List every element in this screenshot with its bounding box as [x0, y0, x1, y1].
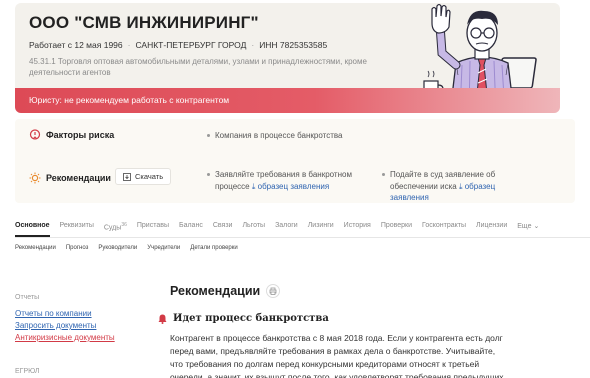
- page-title: Рекомендации: [170, 284, 281, 298]
- tab-bailiffs[interactable]: Приставы: [137, 222, 169, 237]
- tab-courts[interactable]: Суды36: [104, 222, 127, 237]
- download-small-icon: ⤓: [458, 181, 463, 191]
- company-meta: Работает с 12 мая 1996 · САНКТ-ПЕТЕРБУРГ Г…: [29, 40, 327, 50]
- sidebar-reports-heading: Отчеты: [15, 294, 40, 301]
- tab-courts-label: Суды: [103, 224, 122, 232]
- dot-separator: ·: [251, 40, 255, 50]
- recommendation-item: Подайте в суд заявление об обеспечении и…: [382, 169, 530, 204]
- sub-tabs: Рекомендации Прогноз Руководители Учреди…: [15, 245, 238, 251]
- sidebar-egrul-heading: ЕГРЮЛ: [15, 368, 40, 375]
- section-title: Идет процесс банкротства: [158, 313, 329, 324]
- recommendation-item: Заявляйте требования в банкротном процес…: [207, 169, 385, 192]
- recommendations-title-text: Рекомендации: [46, 173, 111, 183]
- subtab-managers[interactable]: Руководители: [98, 245, 137, 251]
- dot-separator: ·: [127, 40, 131, 50]
- tab-main[interactable]: Основное: [15, 222, 50, 237]
- sun-icon: [29, 172, 41, 184]
- risk-title-text: Факторы риска: [46, 130, 115, 140]
- main-tabs: Основное Реквизиты Суды36 Приставы Балан…: [15, 222, 590, 238]
- bullet-icon: [207, 173, 210, 176]
- print-button[interactable]: [266, 284, 281, 298]
- tab-requisites[interactable]: Реквизиты: [60, 222, 94, 237]
- subtab-recommendations[interactable]: Рекомендации: [15, 245, 56, 251]
- subtab-founders[interactable]: Учредители: [147, 245, 180, 251]
- risk-item-text: Компания в процессе банкротства: [215, 131, 343, 140]
- tab-inspections[interactable]: Проверки: [381, 222, 412, 237]
- warning-icon: [29, 129, 41, 140]
- tab-leasing[interactable]: Лизинги: [308, 222, 334, 237]
- tab-benefits[interactable]: Льготы: [242, 222, 265, 237]
- sample-application-link[interactable]: ⤓ образец заявления: [252, 182, 329, 191]
- company-city: САНКТ-ПЕТЕРБУРГ ГОРОД: [135, 40, 247, 50]
- bullet-icon: [382, 173, 385, 176]
- tab-pledges[interactable]: Залоги: [275, 222, 298, 237]
- risk-item: Компания в процессе банкротства: [207, 130, 343, 142]
- tab-balance[interactable]: Баланс: [179, 222, 203, 237]
- sidebar-link-request-documents[interactable]: Запросить документы: [15, 321, 96, 330]
- download-icon: [123, 172, 131, 181]
- warning-banner: Юристу: не рекомендуем работать с контра…: [15, 88, 560, 113]
- page-title-text: Рекомендации: [170, 284, 261, 298]
- sidebar-link-company-reports[interactable]: Отчеты по компании: [15, 309, 92, 318]
- download-small-icon: ⤓: [251, 181, 256, 191]
- tab-contracts[interactable]: Госконтракты: [422, 222, 466, 237]
- download-button-label: Скачать: [135, 172, 164, 181]
- section-title-text: Идет процесс банкротства: [173, 313, 329, 324]
- tab-history[interactable]: История: [344, 222, 371, 237]
- risk-panel: Факторы риска Компания в процессе банкро…: [15, 119, 575, 203]
- sidebar-link-anticrisis-documents[interactable]: Антикризисные документы: [15, 333, 115, 342]
- works-since: Работает с 12 мая 1996: [29, 40, 123, 50]
- company-name: ООО "СМВ ИНЖИНИРИНГ": [29, 13, 259, 32]
- company-card: ООО "СМВ ИНЖИНИРИНГ" Работает с 12 мая 1…: [15, 3, 560, 113]
- tab-connections[interactable]: Связи: [213, 222, 233, 237]
- okved-description: 45.31.1 Торговля оптовая автомобильными …: [29, 57, 367, 77]
- subtab-check-details[interactable]: Детали проверки: [190, 245, 237, 251]
- print-icon: [269, 287, 277, 295]
- risk-title: Факторы риска: [29, 129, 114, 141]
- company-inn: ИНН 7825353585: [259, 40, 328, 50]
- tab-licenses[interactable]: Лицензии: [476, 222, 507, 237]
- recommendations-title: Рекомендации: [29, 172, 111, 184]
- courts-count-badge: 36: [121, 222, 127, 228]
- download-button[interactable]: Скачать: [115, 168, 172, 185]
- tab-more[interactable]: Еще ⌄: [517, 222, 539, 237]
- chevron-down-icon: ⌄: [533, 223, 540, 230]
- subtab-forecast[interactable]: Прогноз: [66, 245, 89, 251]
- tab-more-label: Еще: [517, 223, 532, 230]
- link-text: образец заявления: [257, 181, 330, 191]
- bell-icon: [158, 314, 167, 324]
- bankruptcy-description: Контрагент в процессе банкротства с 8 ма…: [170, 333, 504, 378]
- bullet-icon: [207, 134, 210, 137]
